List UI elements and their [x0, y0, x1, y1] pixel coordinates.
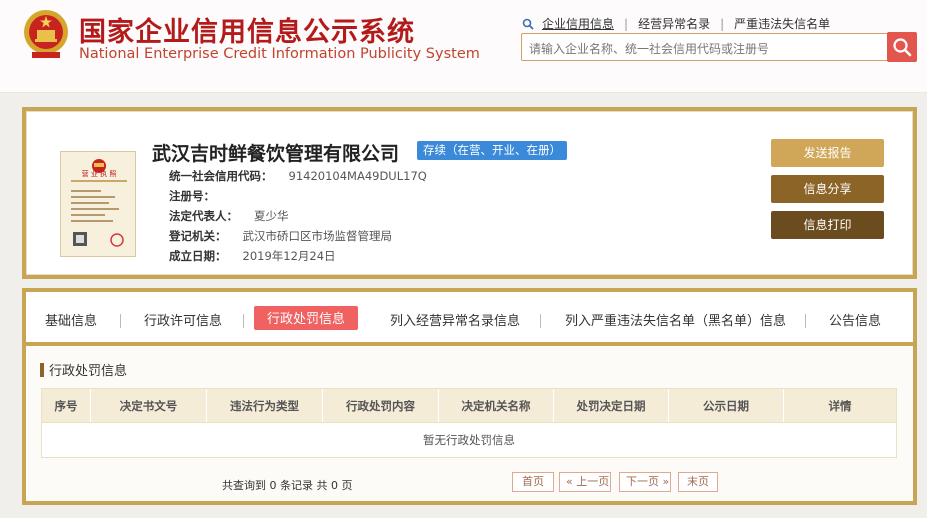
- tab-blacklist[interactable]: 列入严重违法失信名单（黑名单）信息: [565, 310, 786, 329]
- tab-permits[interactable]: 行政许可信息: [144, 310, 222, 329]
- link-credit-info[interactable]: 企业信用信息: [542, 15, 614, 32]
- info-reg-number: 注册号：: [169, 188, 231, 204]
- section-marker: [40, 362, 44, 377]
- field-value: 2019年12月24日: [242, 249, 336, 263]
- field-value: 武汉市硚口区市场监督管理局: [242, 229, 393, 243]
- column-header: 序号: [42, 389, 91, 422]
- site-subtitle: National Enterprise Credit Information P…: [79, 46, 480, 62]
- link-separator: |: [720, 16, 725, 31]
- section-title-text: 行政处罚信息: [49, 364, 128, 379]
- business-license-image: 营 业 执 照: [60, 151, 136, 257]
- column-header: 行政处罚内容: [323, 389, 439, 422]
- column-header: 决定书文号: [91, 389, 207, 422]
- detail-panel: 基础信息 行政许可信息 行政处罚信息 列入经营异常名录信息 列入严重违法失信名单…: [22, 288, 917, 505]
- column-header: 详情: [828, 398, 852, 413]
- field-value: 91420104MA49DUL17Q: [288, 169, 427, 183]
- field-value: 夏少华: [254, 209, 289, 223]
- share-info-button[interactable]: 信息分享: [771, 175, 884, 203]
- link-abnormal-list[interactable]: 经营异常名录: [638, 15, 710, 32]
- tab-announcements[interactable]: 公告信息: [829, 310, 881, 329]
- field-label: 成立日期：: [169, 249, 227, 263]
- search-icon: [893, 38, 912, 57]
- field-label: 法定代表人：: [169, 209, 238, 223]
- tab-basic-info[interactable]: 基础信息: [45, 310, 97, 329]
- tab-separator: [120, 314, 121, 328]
- top-links: 企业信用信息 | 经营异常名录 | 严重违法失信名单: [522, 15, 830, 32]
- field-label: 注册号：: [169, 189, 215, 203]
- search-input[interactable]: 请输入企业名称、统一社会信用代码或注册号: [521, 33, 888, 61]
- license-icon: [71, 159, 127, 247]
- column-header: 处罚决定日期: [554, 389, 669, 422]
- info-established: 成立日期： 2019年12月24日: [169, 248, 336, 264]
- tab-separator: [540, 314, 541, 328]
- tab-separator: [243, 314, 244, 328]
- column-header: 公示日期: [669, 389, 784, 422]
- field-label: 统一社会信用代码：: [169, 169, 273, 183]
- penalty-section: 行政处罚信息 序号 决定书文号 违法行为类型 行政处罚内容 决定机关名称 处罚决…: [26, 346, 913, 501]
- tab-abnormal-list[interactable]: 列入经营异常名录信息: [390, 310, 520, 329]
- prev-page-button[interactable]: « 上一页: [559, 472, 611, 492]
- search-icon: [522, 18, 534, 30]
- tab-separator: [805, 314, 806, 328]
- company-card: 营 业 执 照 武汉吉时鲜餐饮管理有限公司 存续（在营、开业、在册） 统一社会信…: [22, 107, 917, 279]
- link-blacklist[interactable]: 严重违法失信名单: [734, 15, 830, 32]
- info-credit-code: 统一社会信用代码： 91420104MA49DUL17Q: [169, 168, 427, 184]
- empty-message: 暂无行政处罚信息: [41, 423, 897, 458]
- penalty-table: 序号 决定书文号 违法行为类型 行政处罚内容 决定机关名称 处罚决定日期 公示日…: [41, 388, 897, 458]
- status-badge: 存续（在营、开业、在册）: [417, 141, 567, 160]
- site-title: 国家企业信用信息公示系统: [79, 17, 415, 48]
- license-title: 营 业 执 照: [81, 170, 117, 178]
- column-header: 决定机关名称: [439, 389, 554, 422]
- last-page-button[interactable]: 末页: [678, 472, 718, 492]
- send-report-button[interactable]: 发送报告: [771, 139, 884, 167]
- next-page-button[interactable]: 下一页 »: [619, 472, 671, 492]
- tab-penalties[interactable]: 行政处罚信息: [254, 306, 359, 330]
- site-header: 国家企业信用信息公示系统 National Enterprise Credit …: [0, 0, 927, 93]
- first-page-button[interactable]: 首页: [512, 472, 554, 492]
- tab-bar: 基础信息 行政许可信息 行政处罚信息 列入经营异常名录信息 列入严重违法失信名单…: [26, 292, 913, 342]
- section-title: 行政处罚信息: [40, 360, 127, 379]
- search-button[interactable]: [887, 32, 917, 62]
- info-authority: 登记机关： 武汉市硚口区市场监督管理局: [169, 228, 392, 244]
- column-header: 违法行为类型: [207, 389, 323, 422]
- link-separator: |: [624, 16, 629, 31]
- print-info-button[interactable]: 信息打印: [771, 211, 884, 239]
- company-name: 武汉吉时鲜餐饮管理有限公司: [152, 143, 400, 165]
- pager-summary: 共查询到 0 条记录 共 0 页: [222, 479, 353, 492]
- info-legal-rep: 法定代表人： 夏少华: [169, 208, 289, 224]
- field-label: 登记机关：: [169, 229, 227, 243]
- national-emblem-icon: [24, 10, 68, 58]
- table-header: 序号 决定书文号 违法行为类型 行政处罚内容 决定机关名称 处罚决定日期 公示日…: [41, 388, 897, 423]
